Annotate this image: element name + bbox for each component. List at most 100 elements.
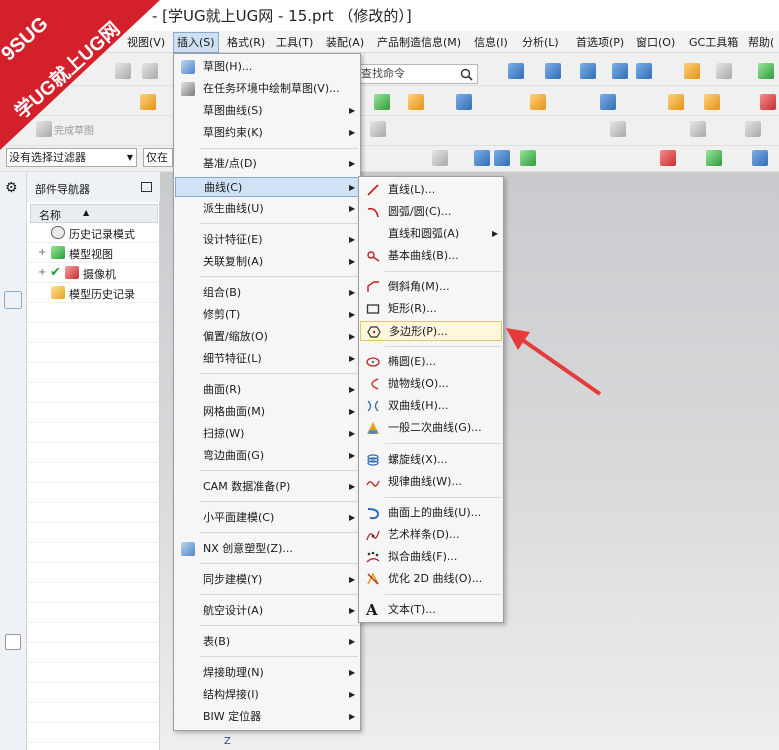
snap-cross-icon[interactable]: [706, 150, 722, 166]
process-icon[interactable]: [5, 532, 21, 548]
clock-icon[interactable]: [5, 462, 21, 478]
insert-sketch-curve[interactable]: 草图曲线(S) ▶: [175, 101, 359, 121]
insert-structure-welding[interactable]: 结构焊接(I) ▶: [175, 685, 359, 705]
selection-scope-select[interactable]: 仅在: [143, 148, 173, 167]
tree-node-model-history[interactable]: 模型历史记录: [27, 283, 160, 303]
menu-preferences[interactable]: 首选项(P): [573, 34, 627, 51]
curve-parabola[interactable]: 抛物线(O)...: [360, 374, 502, 394]
curve-line[interactable]: 直线(L)...: [360, 180, 502, 200]
selection-filter-select[interactable]: 没有选择过滤器 ▼: [6, 148, 137, 167]
menu-info[interactable]: 信息(I): [471, 34, 511, 51]
maximize-icon[interactable]: [141, 182, 152, 192]
blank-icon[interactable]: [5, 634, 21, 650]
hole-icon[interactable]: [600, 94, 616, 110]
delete-icon[interactable]: [760, 94, 776, 110]
tree-node-history-mode[interactable]: 历史记录模式: [27, 223, 160, 243]
insert-associative-copy[interactable]: 关联复制(A) ▶: [175, 252, 359, 272]
camera-icon[interactable]: [636, 63, 652, 79]
curve-curve-on-surface[interactable]: 曲面上的曲线(U)...: [360, 503, 502, 523]
boss-icon[interactable]: [668, 94, 684, 110]
curve-line-and-arc[interactable]: 直线和圆弧(A) ▶: [360, 224, 502, 244]
view-icon[interactable]: [508, 63, 524, 79]
command-search-input[interactable]: 查找命令: [358, 64, 478, 84]
render-icon[interactable]: [612, 63, 628, 79]
history-icon[interactable]: [5, 417, 21, 433]
insert-design-feature[interactable]: 设计特征(E) ▶: [175, 230, 359, 250]
insert-nx-realize-shape[interactable]: NX 创意塑型(Z)...: [175, 539, 359, 559]
dimension-icon[interactable]: [610, 121, 626, 137]
menu-pmi[interactable]: 产品制造信息(M): [374, 34, 464, 51]
shade-icon[interactable]: [580, 63, 596, 79]
snap-end-icon[interactable]: [752, 150, 768, 166]
insert-curve[interactable]: 曲线(C) ▶: [175, 177, 359, 197]
insert-offset-scale[interactable]: 偏置/缩放(O) ▶: [175, 327, 359, 347]
menu-tools[interactable]: 工具(T): [273, 34, 316, 51]
insert-sketch-in-task[interactable]: 在任务环境中绘制草图(V)...: [175, 79, 359, 99]
insert-synchronous-modeling[interactable]: 同步建模(Y) ▶: [175, 570, 359, 590]
plate-icon[interactable]: [456, 94, 472, 110]
insert-table[interactable]: 表(B) ▶: [175, 632, 359, 652]
insert-aero-design[interactable]: 航空设计(A) ▶: [175, 601, 359, 621]
menu-insert[interactable]: 插入(S): [173, 32, 219, 53]
insert-derived-curve[interactable]: 派生曲线(U) ▶: [175, 199, 359, 219]
menu-window[interactable]: 窗口(O): [633, 34, 678, 51]
role-icon[interactable]: [5, 564, 21, 580]
gear-icon[interactable]: ⚙: [5, 180, 21, 196]
finish-sketch-label[interactable]: 完成草图: [54, 122, 94, 137]
curve-hyperbola[interactable]: 双曲线(H)...: [360, 396, 502, 416]
exit-icon[interactable]: [758, 63, 774, 79]
curve-basic-curves[interactable]: 基本曲线(B)...: [360, 246, 502, 266]
column-header-name[interactable]: 名称 ▲: [30, 204, 158, 223]
curve-chamfer[interactable]: 倒斜角(M)...: [360, 277, 502, 297]
constraint-navigator-icon[interactable]: [5, 259, 21, 275]
curve-polygon[interactable]: 多边形(P)...: [360, 321, 502, 341]
palette-icon[interactable]: [5, 497, 21, 513]
insert-datum-point[interactable]: 基准/点(D) ▶: [175, 154, 359, 174]
assembly-navigator-icon[interactable]: [5, 225, 21, 241]
insert-sweep[interactable]: 扫掠(W) ▶: [175, 424, 359, 444]
menu-format[interactable]: 格式(R): [224, 34, 268, 51]
save-icon[interactable]: [115, 63, 131, 79]
menu-help[interactable]: 帮助(: [745, 34, 777, 51]
snap-face-icon[interactable]: [494, 150, 510, 166]
insert-surface[interactable]: 曲面(R) ▶: [175, 380, 359, 400]
insert-sketch[interactable]: 草图(H)...: [175, 57, 359, 77]
curve-helix[interactable]: 螺旋线(X)...: [360, 450, 502, 470]
insert-trim[interactable]: 修剪(T) ▶: [175, 305, 359, 325]
document-icon[interactable]: [5, 667, 21, 683]
part-navigator-icon[interactable]: [4, 291, 22, 309]
color-icon[interactable]: [716, 63, 732, 79]
curve-arc-circle[interactable]: 圆弧/圆(C)...: [360, 202, 502, 222]
menu-view[interactable]: 视图(V): [124, 34, 168, 51]
tree-node-model-views[interactable]: + 模型视图: [27, 243, 160, 263]
expand-icon[interactable]: +: [38, 247, 46, 258]
snap-point-icon[interactable]: [520, 150, 536, 166]
extrude-icon[interactable]: [530, 94, 546, 110]
cube-icon[interactable]: [545, 63, 561, 79]
insert-sketch-constraint[interactable]: 草图约束(K) ▶: [175, 123, 359, 143]
curve-studio-spline[interactable]: 艺术样条(D)...: [360, 525, 502, 545]
insert-flange-surface[interactable]: 弯边曲面(G) ▶: [175, 446, 359, 466]
curve-law-curve[interactable]: 规律曲线(W)...: [360, 472, 502, 492]
system-materials-icon[interactable]: [5, 599, 21, 615]
snap-center-icon[interactable]: [660, 150, 676, 166]
expand-icon[interactable]: +: [38, 267, 46, 278]
curve-text[interactable]: A 文本(T)...: [360, 600, 502, 620]
curve-fit-curve[interactable]: 拟合曲线(F)...: [360, 547, 502, 567]
curve-optimize-2d[interactable]: 优化 2D 曲线(O)...: [360, 569, 502, 589]
constraint-icon[interactable]: [370, 121, 386, 137]
feature-icon[interactable]: [374, 94, 390, 110]
reuse-library-icon[interactable]: [5, 327, 21, 343]
snap-cube-icon[interactable]: [474, 150, 490, 166]
insert-mesh-surface[interactable]: 网格曲面(M) ▶: [175, 402, 359, 422]
pad-icon[interactable]: [704, 94, 720, 110]
menu-assembly[interactable]: 装配(A): [323, 34, 367, 51]
tree-node-cameras[interactable]: + ✔ 摄像机: [27, 263, 160, 283]
select-box-icon[interactable]: [432, 150, 448, 166]
web-browser-icon[interactable]: [5, 372, 21, 388]
menu-gc-toolbox[interactable]: GC工具箱: [686, 34, 741, 51]
insert-combine[interactable]: 组合(B) ▶: [175, 283, 359, 303]
sketch-icon[interactable]: [140, 94, 156, 110]
curve-rectangle[interactable]: 矩形(R)...: [360, 299, 502, 319]
insert-weld-assistant[interactable]: 焊接助理(N) ▶: [175, 663, 359, 683]
